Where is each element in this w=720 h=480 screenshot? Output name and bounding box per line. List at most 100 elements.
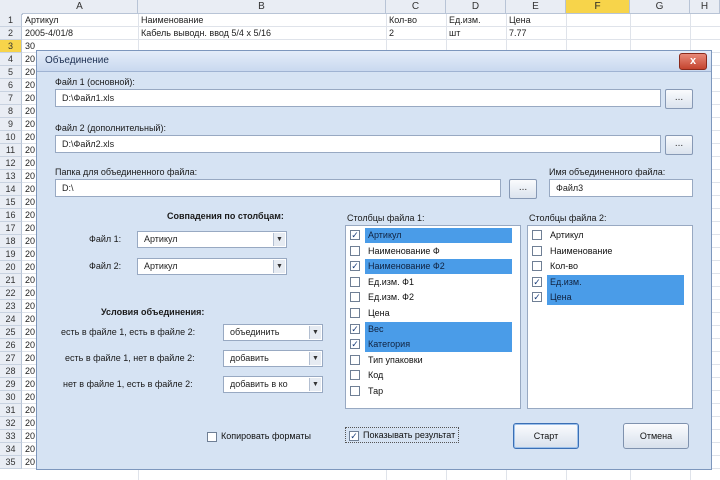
checkbox[interactable]: ✓ [350,261,360,272]
cond1-select[interactable]: объединить ▼ [223,324,323,341]
checkbox[interactable]: ✓ [350,339,360,350]
checkbox[interactable] [350,276,360,287]
file1-column-list-item[interactable]: ✓ Наименование Ф2 [348,259,516,275]
row-header-8[interactable]: 8 [0,105,22,118]
column-header-b[interactable]: B [138,0,386,14]
row-header-18[interactable]: 18 [0,235,22,248]
row-header-9[interactable]: 9 [0,118,22,131]
cond2-select[interactable]: добавить ▼ [223,350,323,367]
checkbox[interactable] [350,386,360,396]
column-header-c[interactable]: C [386,0,446,14]
row-header-19[interactable]: 19 [0,248,22,261]
row-header-3[interactable]: 3 [0,40,22,53]
checkbox[interactable] [532,230,542,240]
file1-column-list-item[interactable]: ✓ Вес [348,321,516,337]
file2-browse-button[interactable]: ... [665,135,693,155]
file1-columns-list[interactable]: ✓ Артикул Наименование Ф ✓ Наименование Ф2 Ед… [345,225,521,409]
checkbox[interactable] [532,261,542,272]
file2-column-list-item[interactable]: ✓ Ед.изм. [530,274,688,290]
key1-select[interactable]: Артикул ▼ [137,231,287,248]
row-header-11[interactable]: 11 [0,144,22,157]
file1-column-list-item[interactable]: Ед.изм. Ф2 [348,290,516,305]
column-header-f[interactable]: F [566,0,630,14]
checkbox[interactable]: ✓ [532,276,542,287]
file1-column-list-item[interactable]: Тар [348,384,516,399]
cell[interactable]: шт [446,27,505,40]
merged-name-input[interactable]: Файл3 [549,179,693,197]
row-header-30[interactable]: 30 [0,391,22,404]
folder-path-input[interactable]: D:\ [55,179,501,197]
chevron-down-icon[interactable]: ▼ [273,233,285,246]
cell[interactable]: 2 [386,27,445,40]
select-all-corner[interactable] [0,0,23,15]
row-header-7[interactable]: 7 [0,92,22,105]
file1-column-list-item[interactable]: ✓ Категория [348,337,516,353]
show-result-checkbox[interactable]: ✓ Показывать результат [345,427,460,443]
file2-column-list-item[interactable]: Артикул [530,228,688,243]
row-header-35[interactable]: 35 [0,456,22,469]
row-header-32[interactable]: 32 [0,417,22,430]
file2-column-list-item[interactable]: Кол-во [530,259,688,274]
cell[interactable]: Кабель выводн. ввод 5/4 х 5/16 [138,27,385,40]
file1-path-input[interactable]: D:\Файл1.xls [55,89,661,107]
row-header-23[interactable]: 23 [0,300,22,313]
start-button[interactable]: Старт [513,423,579,449]
row-header-14[interactable]: 14 [0,183,22,196]
cell-header[interactable]: Кол-во [386,14,445,27]
row-header-21[interactable]: 21 [0,274,22,287]
file2-path-input[interactable]: D:\Файл2.xls [55,135,661,153]
column-header-d[interactable]: D [446,0,506,14]
row-header-16[interactable]: 16 [0,209,22,222]
row-header-2[interactable]: 2 [0,27,22,40]
cond3-select[interactable]: добавить в ко ▼ [223,376,323,393]
file1-browse-button[interactable]: ... [665,89,693,109]
checkbox[interactable] [350,245,360,256]
row-header-10[interactable]: 10 [0,131,22,144]
checkbox[interactable]: ✓ [350,323,360,334]
file1-column-list-item[interactable]: Цена [348,306,516,321]
row-header-34[interactable]: 34 [0,443,22,456]
row-header-29[interactable]: 29 [0,378,22,391]
file1-column-list-item[interactable]: Наименование Ф [348,244,516,259]
row-header-1[interactable]: 1 [0,14,22,27]
file2-column-list-item[interactable]: Наименование [530,244,688,259]
row-header-27[interactable]: 27 [0,352,22,365]
cell[interactable]: 7.77 [506,27,565,40]
file2-column-list-item[interactable]: ✓ Цена [530,290,688,306]
row-header-17[interactable]: 17 [0,222,22,235]
chevron-down-icon[interactable]: ▼ [309,352,321,365]
close-button[interactable]: x [679,53,707,70]
file1-column-list-item[interactable]: Ед.изм. Ф1 [348,275,516,290]
checkbox[interactable] [350,308,360,318]
file1-column-list-item[interactable]: Тип упаковки [348,353,516,368]
cell-header[interactable]: Ед.изм. [446,14,505,27]
chevron-down-icon[interactable]: ▼ [273,260,285,273]
row-header-13[interactable]: 13 [0,170,22,183]
copy-formats-checkbox[interactable]: Копировать форматы [207,429,311,443]
cell[interactable]: 2005-4/01/8 [22,27,137,40]
chevron-down-icon[interactable]: ▼ [309,326,321,339]
dialog-titlebar[interactable]: Объединение x [37,51,711,72]
row-header-28[interactable]: 28 [0,365,22,378]
row-header-31[interactable]: 31 [0,404,22,417]
file1-column-list-item[interactable]: ✓ Артикул [348,228,516,243]
row-header-12[interactable]: 12 [0,157,22,170]
checkbox[interactable]: ✓ [532,292,542,303]
show-result-box[interactable]: ✓ [349,430,359,441]
column-header-a[interactable]: A [22,0,138,14]
row-header-20[interactable]: 20 [0,261,22,274]
file2-columns-list[interactable]: Артикул Наименование Кол-во ✓ Ед.изм. ✓ Цена [527,225,693,409]
row-header-22[interactable]: 22 [0,287,22,300]
file1-column-list-item[interactable]: Код [348,368,516,383]
checkbox[interactable] [350,370,360,381]
copy-formats-box[interactable] [207,431,217,442]
row-header-4[interactable]: 4 [0,53,22,66]
key2-select[interactable]: Артикул ▼ [137,258,287,275]
row-header-5[interactable]: 5 [0,66,22,79]
row-header-6[interactable]: 6 [0,79,22,92]
checkbox[interactable] [350,354,360,365]
checkbox[interactable] [350,292,360,303]
checkbox[interactable]: ✓ [350,230,360,240]
column-header-g[interactable]: G [630,0,690,14]
cancel-button[interactable]: Отмена [623,423,689,449]
